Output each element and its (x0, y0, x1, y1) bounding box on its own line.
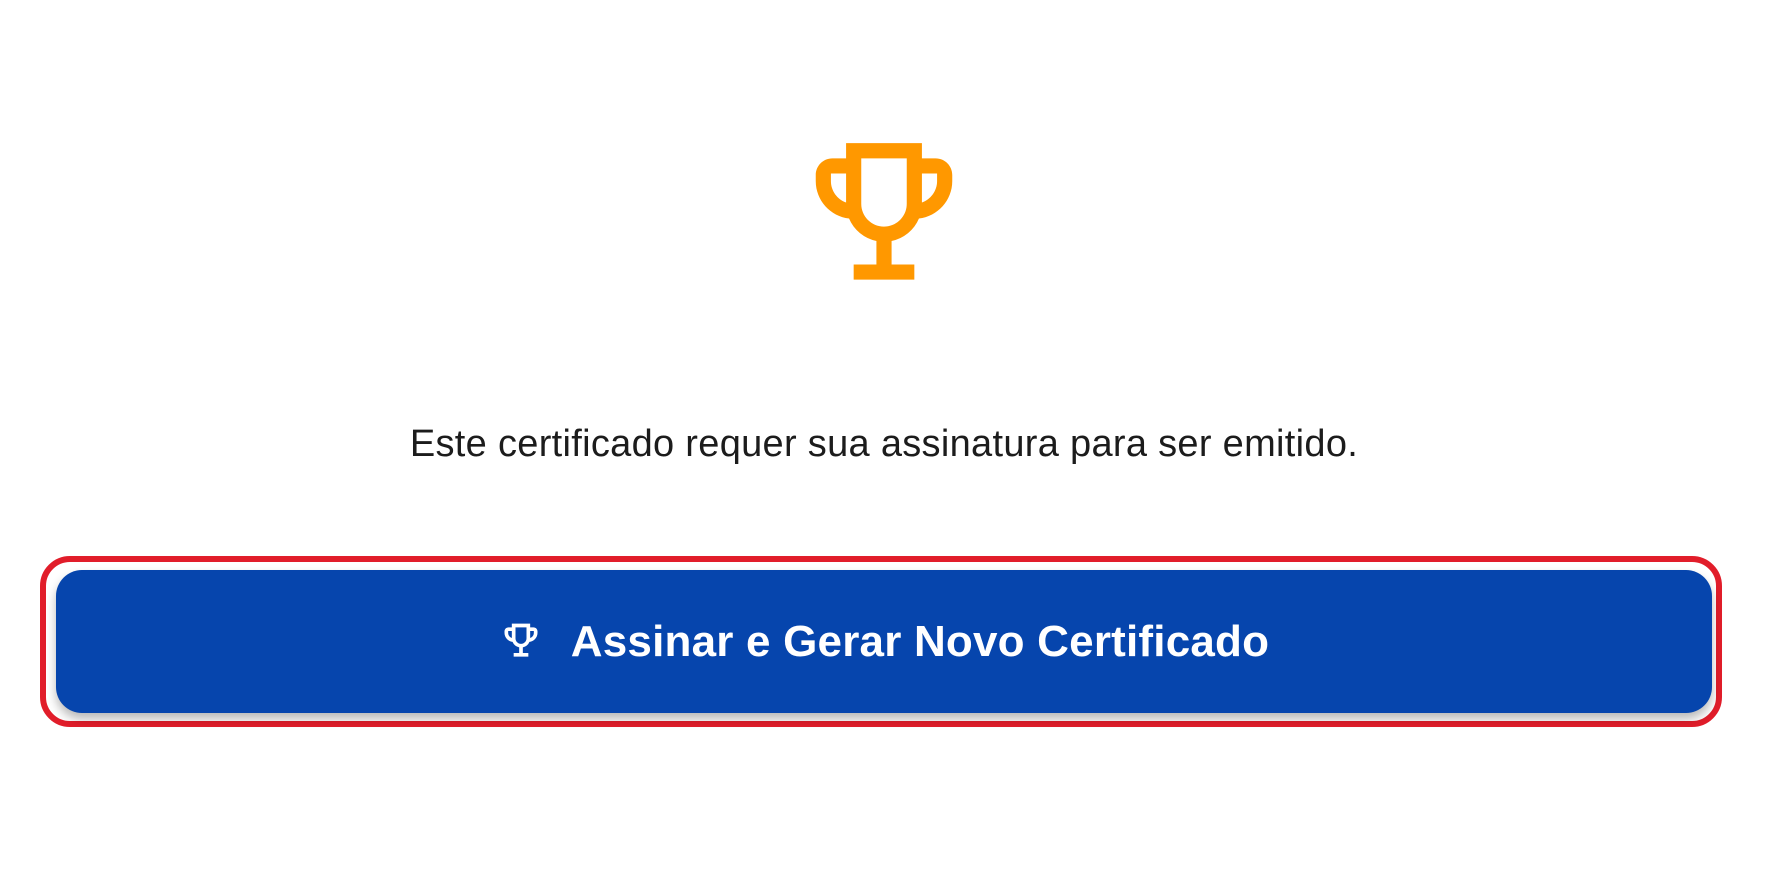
trophy-icon (793, 128, 975, 310)
signature-required-message: Este certificado requer sua assinatura p… (409, 423, 1359, 465)
cta-label: Assinar e Gerar Novo Certificado (570, 616, 1270, 666)
sign-and-generate-certificate-button[interactable]: Assinar e Gerar Novo Certificado (56, 570, 1712, 713)
trophy-icon (499, 620, 543, 664)
